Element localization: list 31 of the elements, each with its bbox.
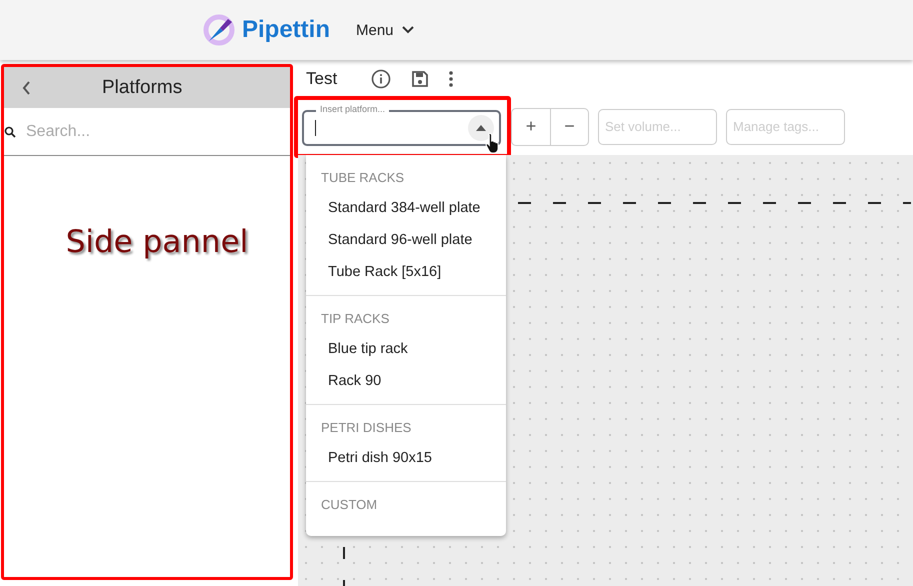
info-icon: [371, 69, 392, 89]
triangle-up-icon: [476, 124, 486, 130]
pipette-logo-icon: [203, 14, 235, 46]
back-button[interactable]: [22, 80, 31, 94]
chevron-down-icon: [402, 26, 414, 34]
more-vertical-icon: [449, 71, 454, 87]
menu-button[interactable]: Menu: [356, 22, 414, 38]
minus-button[interactable]: −: [550, 108, 588, 144]
text-cursor: [315, 120, 316, 136]
annotation-label: Side pannel: [66, 224, 248, 262]
menu-option[interactable]: Rack 90: [306, 365, 506, 397]
menu-option[interactable]: Blue tip rack: [306, 333, 506, 365]
group-heading: TUBE RACKS: [320, 169, 406, 187]
menu-option[interactable]: Standard 96-well plate: [306, 224, 506, 256]
side-panel-title: Platforms: [102, 76, 182, 98]
search-icon: [4, 126, 16, 138]
menu-option[interactable]: Tube Rack [5x16]: [306, 256, 506, 288]
dropdown-toggle[interactable]: [468, 114, 494, 140]
workspace-title: Test: [306, 69, 338, 89]
info-button[interactable]: [371, 69, 392, 89]
group-heading: TIP RACKS: [320, 310, 390, 328]
brand-name: Pipettin: [242, 16, 330, 44]
save-button[interactable]: [411, 70, 430, 88]
group-heading: PETRI DISHES: [320, 419, 412, 437]
more-button[interactable]: [449, 71, 454, 87]
field-label: Insert platform...: [316, 104, 390, 114]
menu-option[interactable]: Standard 384-well plate: [306, 192, 506, 224]
chevron-left-icon: [22, 80, 31, 94]
group-heading: CUSTOM: [320, 496, 378, 514]
menu-option[interactable]: Petri dish 90x15: [306, 442, 506, 474]
plus-button[interactable]: +: [512, 108, 550, 144]
